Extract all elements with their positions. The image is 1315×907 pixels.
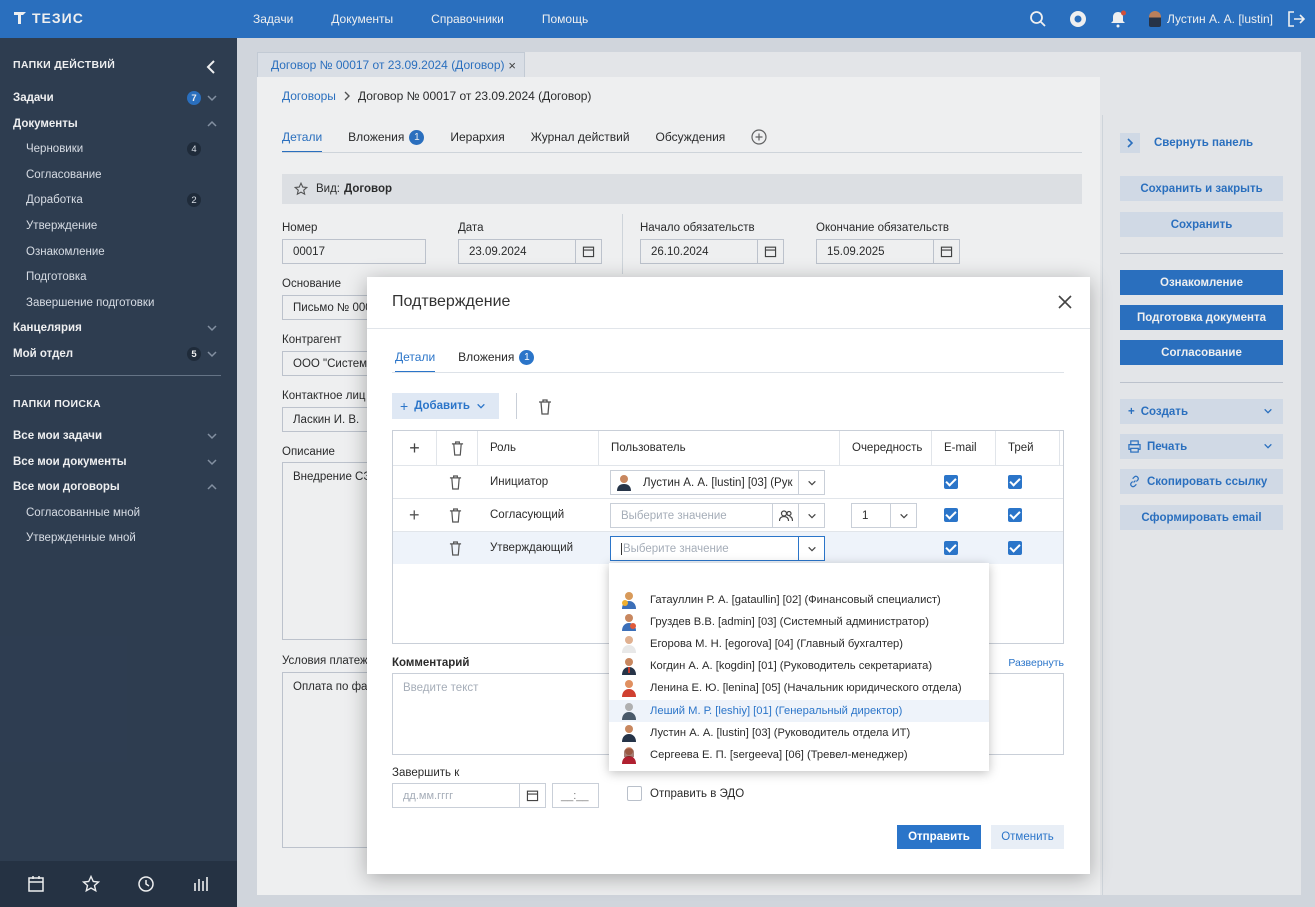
user-column-header[interactable]: Пользователь: [599, 431, 840, 465]
list-item[interactable]: Гатауллин Р. А. [gataullin] [02] (Финанс…: [609, 589, 989, 611]
dialog-tab-attachments[interactable]: Вложения 1: [458, 342, 535, 372]
tray-checkbox[interactable]: [1008, 475, 1022, 489]
tray-checkbox[interactable]: [1008, 541, 1022, 555]
list-item[interactable]: Когдин А. А. [kogdin] [01] (Руководитель…: [609, 655, 989, 677]
comment-label: Комментарий: [392, 657, 470, 669]
chevron-down-icon: [477, 403, 485, 409]
send-button[interactable]: Отправить: [897, 825, 981, 849]
user-select[interactable]: Лустин А. А. [lustin] [03] (Рук: [610, 470, 825, 495]
avatar: [622, 614, 636, 631]
role-cell: Инициатор: [490, 476, 549, 488]
dialog-tab-details[interactable]: Детали: [395, 342, 436, 373]
trash-icon[interactable]: [449, 466, 462, 498]
plus-icon: +: [409, 437, 420, 458]
avatar: [622, 592, 636, 609]
user-dropdown-list: Гатауллин Р. А. [gataullin] [02] (Финанс…: [609, 563, 989, 771]
avatar: [622, 636, 636, 653]
chevron-down-icon[interactable]: [798, 537, 824, 560]
list-item[interactable]: Груздев В.В. [admin] [03] (Системный адм…: [609, 611, 989, 633]
table-row: Инициатор Лустин А. А. [lustin] [03] (Ру…: [393, 465, 1063, 498]
list-item[interactable]: Егорова М. Н. [egorova] [04] (Главный бу…: [609, 633, 989, 655]
chevron-down-icon[interactable]: [798, 504, 824, 527]
dialog-header-divider: [367, 328, 1090, 329]
toolbar-divider: [516, 393, 517, 419]
chevron-down-icon[interactable]: [890, 504, 916, 527]
trash-icon: [451, 440, 463, 456]
trash-icon[interactable]: [449, 499, 462, 531]
order-column-header[interactable]: Очередность: [840, 431, 932, 465]
list-item[interactable]: Сергеева Е. П. [sergeeva] [06] (Тревел-м…: [609, 744, 989, 766]
table-row: + Согласующий Выберите значение 1: [393, 498, 1063, 531]
tray-checkbox[interactable]: [1008, 508, 1022, 522]
tray-column-header[interactable]: Трей: [996, 431, 1060, 465]
role-column-header[interactable]: Роль: [478, 431, 599, 465]
checkbox[interactable]: [627, 786, 642, 801]
list-item[interactable]: Лустин А. А. [lustin] [03] (Руководитель…: [609, 722, 989, 744]
email-checkbox[interactable]: [944, 541, 958, 555]
delete-column-header[interactable]: [437, 431, 478, 465]
finish-by-label: Завершить к: [392, 767, 460, 779]
dialog-tabs: Детали Вложения 1: [395, 341, 560, 373]
role-cell: Согласующий: [490, 509, 565, 521]
expand-link[interactable]: Развернуть: [1008, 657, 1064, 669]
trash-icon[interactable]: [449, 532, 462, 564]
user-select[interactable]: Выберите значение: [610, 503, 825, 528]
role-cell: Утверждающий: [490, 542, 574, 554]
avatar: [617, 475, 631, 491]
calendar-icon[interactable]: [519, 784, 545, 807]
avatar: [622, 703, 636, 720]
order-select[interactable]: 1: [851, 503, 917, 528]
plus-icon[interactable]: +: [409, 499, 420, 531]
table-row: Утверждающий Выберите значение: [393, 531, 1063, 564]
attachments-count-badge: 1: [519, 349, 535, 365]
plus-icon: +: [400, 398, 409, 414]
add-row-header[interactable]: +: [393, 431, 437, 465]
finish-time-input[interactable]: __:__: [552, 783, 599, 808]
cancel-button[interactable]: Отменить: [991, 825, 1064, 849]
trash-icon[interactable]: [538, 399, 552, 415]
list-item[interactable]: Ленина Е. Ю. [lenina] [05] (Начальник юр…: [609, 677, 989, 699]
add-button[interactable]: + Добавить: [392, 393, 499, 419]
finish-date-input[interactable]: дд.мм.гггг: [392, 783, 546, 808]
close-icon[interactable]: [1058, 295, 1072, 309]
chevron-down-icon[interactable]: [798, 471, 824, 494]
email-column-header[interactable]: E-mail: [932, 431, 996, 465]
email-checkbox[interactable]: [944, 508, 958, 522]
list-item-selected[interactable]: Леший М. Р. [leshiy] [01] (Генеральный д…: [609, 700, 989, 722]
avatar: [622, 680, 636, 697]
user-select[interactable]: Выберите значение: [610, 536, 825, 561]
dialog-tabs-divider: [392, 372, 1064, 373]
dialog-title: Подтверждение: [392, 293, 511, 310]
send-to-edo-checkbox[interactable]: Отправить в ЭДО: [627, 786, 744, 801]
users-icon[interactable]: [772, 504, 798, 527]
avatar: [622, 658, 636, 675]
avatar: [622, 747, 636, 764]
avatar: [622, 725, 636, 742]
email-checkbox[interactable]: [944, 475, 958, 489]
